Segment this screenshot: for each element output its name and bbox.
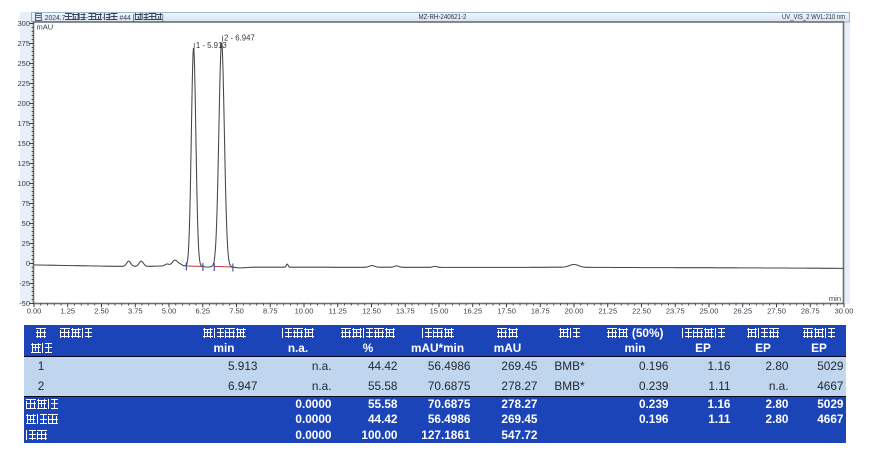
svg-text:-25: -25	[19, 279, 30, 288]
svg-text:150: 150	[17, 139, 30, 148]
svg-text:300: 300	[17, 19, 30, 28]
svg-text:1 - 5.913: 1 - 5.913	[196, 41, 227, 50]
svg-text:50: 50	[22, 219, 30, 228]
svg-text:0: 0	[26, 259, 30, 268]
svg-text:21.25: 21.25	[598, 307, 617, 316]
svg-text:23.75: 23.75	[666, 307, 685, 316]
svg-text:20.00: 20.00	[565, 307, 584, 316]
svg-text:125: 125	[17, 159, 30, 168]
svg-text:200: 200	[17, 99, 30, 108]
svg-text:25.00: 25.00	[700, 307, 719, 316]
svg-text:3.75: 3.75	[128, 307, 143, 316]
svg-text:225: 225	[17, 79, 30, 88]
svg-text:27.50: 27.50	[767, 307, 786, 316]
svg-text:275: 275	[17, 39, 30, 48]
svg-text:30.00: 30.00	[835, 307, 854, 316]
svg-text:mAU: mAU	[37, 23, 54, 32]
svg-text:10.00: 10.00	[295, 307, 314, 316]
svg-text:75: 75	[22, 199, 30, 208]
svg-text:17.50: 17.50	[497, 307, 516, 316]
svg-text:8.75: 8.75	[263, 307, 278, 316]
svg-text:15.00: 15.00	[430, 307, 449, 316]
svg-text:2 - 6.947: 2 - 6.947	[224, 34, 255, 43]
svg-text:6.25: 6.25	[195, 307, 210, 316]
svg-text:13.75: 13.75	[396, 307, 415, 316]
svg-text:1.25: 1.25	[60, 307, 75, 316]
svg-text:28.75: 28.75	[801, 307, 820, 316]
svg-text:250: 250	[17, 59, 30, 68]
svg-text:100: 100	[17, 179, 30, 188]
svg-text:5.00: 5.00	[162, 307, 177, 316]
svg-text:11.25: 11.25	[329, 307, 347, 316]
svg-text:min: min	[829, 294, 841, 303]
svg-text:2.50: 2.50	[94, 307, 109, 316]
svg-text:18.75: 18.75	[531, 307, 550, 316]
svg-text:175: 175	[17, 119, 30, 128]
svg-text:16.25: 16.25	[463, 307, 482, 316]
svg-text:7.50: 7.50	[229, 307, 244, 316]
svg-text:25: 25	[22, 239, 30, 248]
svg-text:22.50: 22.50	[632, 307, 651, 316]
svg-text:26.25: 26.25	[733, 307, 752, 316]
svg-text:12.50: 12.50	[362, 307, 381, 316]
svg-text:0.00: 0.00	[27, 307, 42, 316]
